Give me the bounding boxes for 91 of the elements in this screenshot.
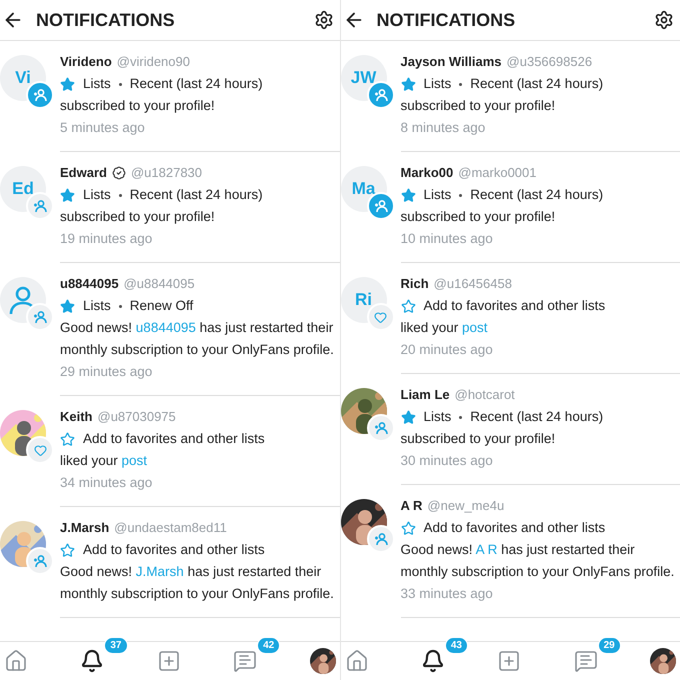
bell-icon [420,649,445,673]
timestamp: 34 minutes ago [60,474,154,492]
notifications-tab[interactable] [420,649,445,673]
timestamp: 8 minutes ago [400,119,486,137]
notification-message: Good news! A R has just restarted their monthly subscription to your OnlyFans profile. [400,541,676,581]
home-tab[interactable] [344,649,368,673]
list-label[interactable]: Lists [424,406,452,428]
user-plus-icon [33,554,47,568]
list-label[interactable]: Lists [424,73,452,95]
list-detail: Recent (last 24 hours) [130,186,263,204]
home-icon [4,649,28,673]
star-icon[interactable] [60,298,75,314]
chat-icon [233,649,258,673]
list-label[interactable]: Lists [83,73,111,95]
page-title: NOTIFICATIONS [36,10,176,30]
bell-icon [80,649,104,673]
user-plus-icon [374,532,388,546]
notifications-tab[interactable] [80,649,104,673]
count-badge: 37 [104,637,128,654]
add-icon [497,649,522,673]
messages-tab[interactable] [233,649,258,673]
list-detail: Recent (last 24 hours) [130,75,263,93]
timestamp: 29 minutes ago [60,363,154,381]
list-label[interactable]: Lists [83,295,111,317]
star-icon[interactable] [400,520,416,536]
star-icon[interactable] [400,298,416,314]
user-plus-icon [374,199,388,213]
notification-message: liked your post [400,319,489,337]
star-icon[interactable] [60,188,75,202]
add-tab[interactable] [156,649,181,673]
chat-icon [574,649,598,673]
timestamp: 10 minutes ago [400,230,494,248]
settings-button[interactable] [314,10,334,30]
count-badge: 29 [598,637,621,654]
timestamp: 30 minutes ago [400,452,494,470]
user-name[interactable]: Keith [60,406,92,428]
messages-tab[interactable] [574,649,598,673]
profile-button[interactable] [650,648,676,674]
star-icon[interactable] [60,432,75,446]
notification-message: Good news! u8844095 has just restarted their monthly subscription to your OnlyFans profile. [60,319,335,359]
list-detail: Recent (last 24 hours) [470,186,604,204]
page-title: NOTIFICATIONS [376,10,516,30]
add-tab[interactable] [497,649,522,673]
star-icon[interactable] [60,542,75,558]
star-icon[interactable] [60,76,75,92]
user-name[interactable]: Liam Le [400,384,450,406]
list-label[interactable]: Lists [83,184,111,206]
list-detail: Renew Off [130,297,194,315]
user-name[interactable]: Jayson Williams [400,51,502,73]
timestamp: 20 minutes ago [400,341,494,359]
settings-button[interactable] [654,10,674,30]
star-icon[interactable] [400,188,416,202]
list-label[interactable]: Lists [424,184,452,206]
user-name[interactable]: Virideno [60,51,112,73]
user-plus-icon [33,199,47,213]
home-tab[interactable] [4,649,28,673]
notification-message: Good news! J.Marsh has just restarted their monthly subscription to your OnlyFans profile. [60,563,335,603]
user-name[interactable]: u8844095 [60,273,119,295]
notification-message: subscribed to your profile! [400,208,556,226]
user-name[interactable]: A R [400,495,422,517]
home-icon [344,649,368,673]
notification-message: liked your post [60,452,148,470]
timestamp: 5 minutes ago [60,119,146,137]
favorites-link[interactable]: Add to favorites and other lists [83,428,265,450]
timestamp: 19 minutes ago [60,230,154,248]
timestamp: 33 minutes ago [400,585,494,603]
user-name[interactable]: Rich [400,273,429,295]
profile-button[interactable] [310,648,336,674]
notification-message: subscribed to your profile! [400,97,556,115]
user-plus-icon [33,310,47,324]
add-icon [156,649,181,673]
count-badge: 43 [444,637,468,654]
user-name[interactable]: Edward [60,162,107,184]
heart-icon [374,310,387,324]
notification-message: subscribed to your profile! [400,430,556,448]
notification-message: subscribed to your profile! [60,97,216,115]
heart-icon [34,444,46,456]
user-plus-icon [374,421,388,435]
user-name[interactable]: J.Marsh [60,517,110,539]
user-plus-icon [374,88,388,102]
user-name[interactable]: Marko00 [400,162,454,184]
favorites-link[interactable]: Add to favorites and other lists [424,295,606,317]
star-icon[interactable] [400,410,416,424]
user-plus-icon [33,88,47,102]
notification-message: subscribed to your profile! [60,208,216,226]
favorites-link[interactable]: Add to favorites and other lists [424,517,606,539]
list-detail: Recent (last 24 hours) [470,75,604,93]
star-icon[interactable] [400,76,416,92]
list-detail: Recent (last 24 hours) [470,408,604,426]
count-badge: 42 [257,637,280,654]
favorites-link[interactable]: Add to favorites and other lists [83,539,265,561]
